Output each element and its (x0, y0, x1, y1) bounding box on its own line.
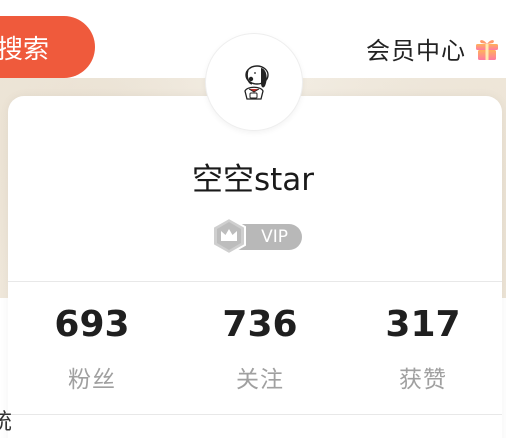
stat-label: 关注 (236, 367, 284, 393)
stat-value: 736 (222, 304, 298, 345)
stat-value: 317 (385, 304, 461, 345)
member-center-label: 会员中心 (366, 36, 466, 65)
search-label: 搜索 (0, 34, 49, 65)
stat-following[interactable]: 736 关注 (200, 300, 320, 394)
username: 空空star (191, 162, 315, 198)
stat-label: 粉丝 (68, 367, 116, 393)
profile-screen: 搜索 会员中心 空空star VIP 693 粉丝 736 关注 317 获赞 … (0, 0, 506, 438)
stats-divider-bottom (8, 414, 502, 415)
stat-label: 获赞 (399, 367, 447, 393)
stats-divider-top (8, 281, 502, 282)
stat-likes[interactable]: 317 获赞 (363, 300, 483, 394)
gift-icon (474, 35, 500, 61)
stats-row: 693 粉丝 736 关注 317 获赞 (0, 300, 506, 400)
snoopy-avatar-icon (244, 65, 269, 100)
stat-value: 693 (54, 304, 130, 345)
avatar[interactable] (205, 33, 303, 131)
stat-followers[interactable]: 693 粉丝 (32, 300, 152, 394)
vip-badge[interactable]: VIP (210, 216, 302, 256)
member-center-link[interactable]: 会员中心 (366, 30, 500, 66)
search-button[interactable]: 搜索 (0, 16, 95, 78)
partial-menu-text: 统 (0, 410, 13, 435)
crown-icon (212, 216, 246, 256)
